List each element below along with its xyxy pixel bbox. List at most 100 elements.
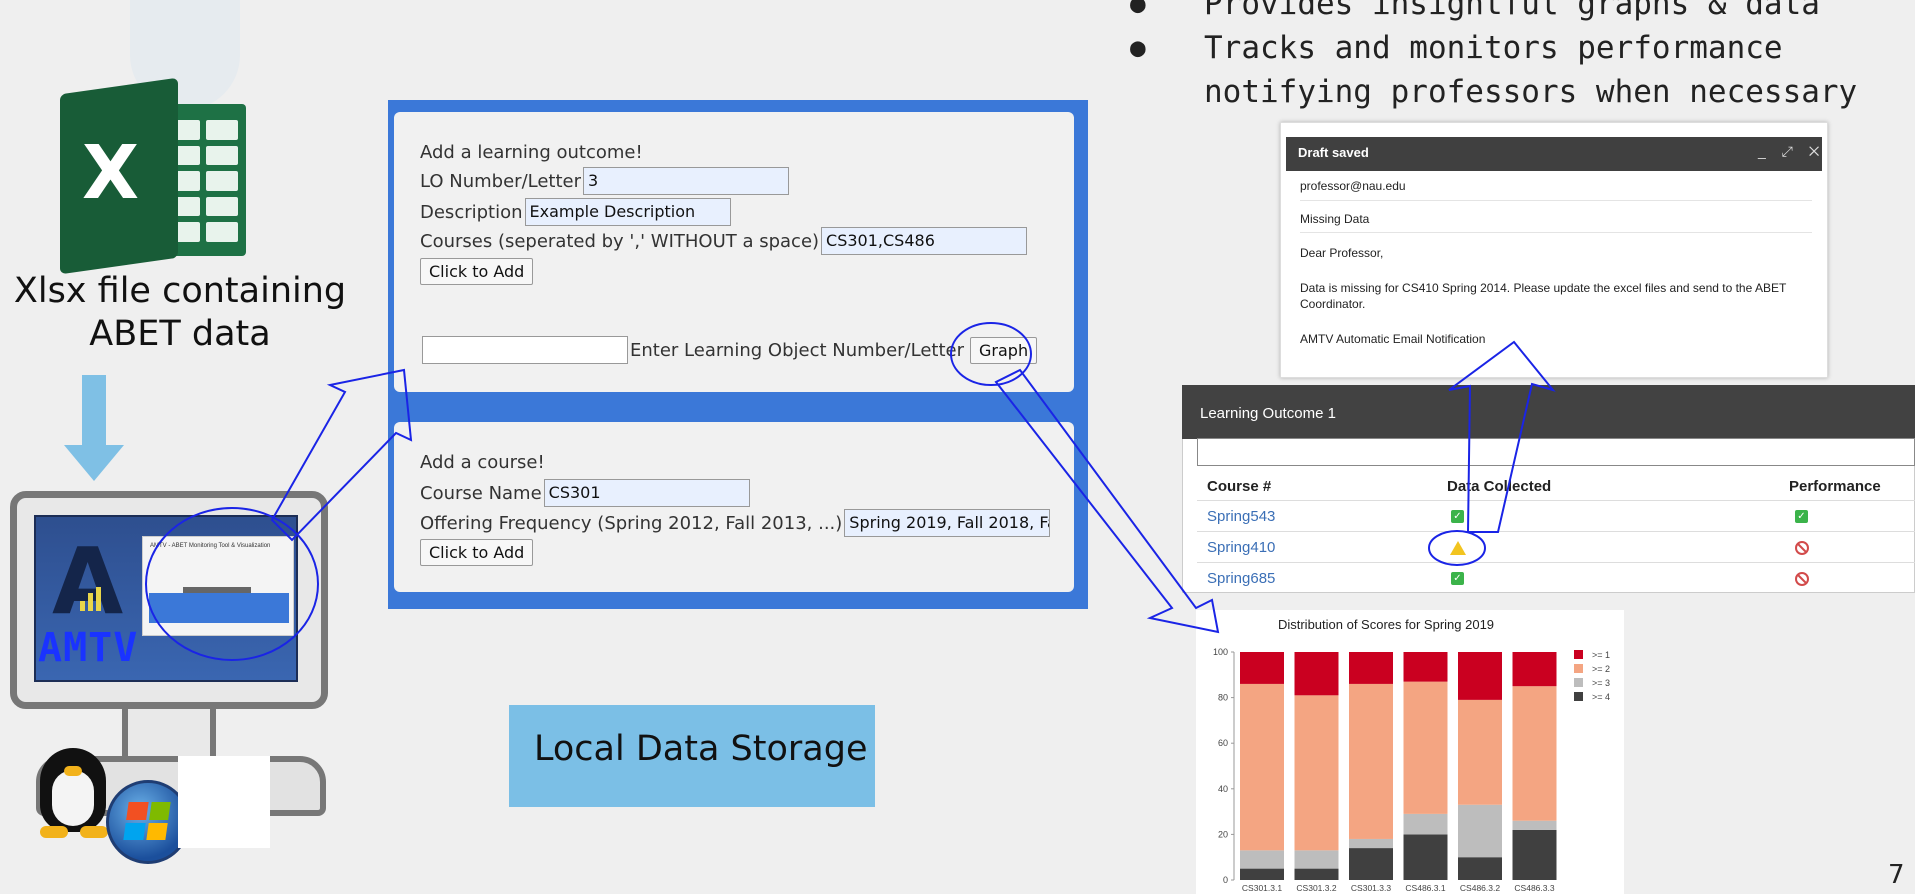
- lo-number-input[interactable]: 3: [583, 167, 790, 195]
- email-window-controls[interactable]: _ ⤢ ✕: [1758, 143, 1825, 160]
- x-tick-label: CS486.3.2: [1460, 883, 1500, 893]
- check-icon: ✓: [1451, 510, 1464, 523]
- y-tick-label: 20: [1218, 829, 1228, 839]
- x-tick-label: CS301.3.3: [1351, 883, 1391, 893]
- table-divider: [1197, 562, 1915, 563]
- windows-flag-icon: [123, 802, 171, 840]
- x-tick-label: CS486.3.1: [1405, 883, 1445, 893]
- linux-penguin-foot: [40, 826, 68, 838]
- email-body-line: Data is missing for CS410 Spring 2014. P…: [1300, 281, 1787, 295]
- down-arrow-head-icon: [64, 445, 124, 481]
- feature-bullets: Provides insightful graphs & data Tracks…: [1130, 0, 1890, 114]
- add-learning-outcome-button[interactable]: Click to Add: [420, 258, 534, 285]
- course-name-input[interactable]: CS301: [543, 479, 750, 507]
- bar-segment: [1240, 850, 1284, 869]
- courses-input[interactable]: CS301,CS486: [821, 227, 1028, 255]
- bar-segment: [1294, 868, 1339, 880]
- description-label: Description: [420, 201, 523, 223]
- legend-swatch: [1574, 650, 1583, 659]
- email-header: Draft saved: [1286, 137, 1822, 171]
- learning-outcome-title: Learning Outcome 1: [1182, 385, 1915, 439]
- bar-segment: [1458, 804, 1502, 858]
- legend-label: >= 1: [1592, 650, 1610, 660]
- graph-button[interactable]: Graph: [970, 336, 1038, 364]
- y-tick-label: 0: [1223, 875, 1228, 885]
- graph-lo-label: Enter Learning Object Number/Letter: [630, 339, 964, 361]
- chart-plot: 0 20 40 60 80 100 CS301.3.1 CS301.3.2 CS301.3.3 C…: [1213, 647, 1610, 893]
- bar-segment: [1403, 652, 1448, 682]
- xlsx-caption: Xlsx file containing ABET data: [13, 271, 347, 354]
- email-signature: AMTV Automatic Email Notification: [1300, 332, 1486, 346]
- apple-logo-background: [178, 756, 270, 848]
- bar-segment: [1403, 681, 1448, 814]
- email-body-line: Coordinator.: [1300, 297, 1366, 311]
- bar-segment: [1512, 686, 1557, 821]
- column-header-performance: Performance: [1789, 478, 1881, 495]
- bar-segment: [1512, 652, 1557, 687]
- lo-heading: Add a learning outcome!: [420, 142, 643, 163]
- email-to[interactable]: professor@nau.edu: [1300, 179, 1406, 193]
- legend-swatch: [1574, 692, 1583, 701]
- y-tick-label: 80: [1218, 693, 1228, 703]
- mini-app-title: AMTV - ABET Monitoring Tool & Visualizat…: [150, 543, 271, 549]
- bar-segment: [1512, 820, 1557, 830]
- bar-segment: [1349, 683, 1393, 839]
- down-arrow-icon: [82, 375, 106, 447]
- table-divider: [1197, 500, 1915, 501]
- check-icon: ✓: [1795, 510, 1808, 523]
- column-header-data-collected: Data Collected: [1447, 478, 1552, 495]
- email-separator: [1300, 232, 1812, 233]
- courses-label: Courses (seperated by ',' WITHOUT a spac…: [420, 230, 820, 252]
- bullet-item: Provides insightful graphs & data: [1130, 0, 1890, 26]
- warning-icon: [1450, 541, 1466, 555]
- column-header-course: Course #: [1207, 478, 1272, 495]
- bar-segment: [1458, 857, 1502, 880]
- email-separator: [1300, 200, 1812, 201]
- linux-penguin-foot: [80, 826, 108, 838]
- legend-swatch: [1574, 678, 1583, 687]
- graph-lo-input[interactable]: [422, 336, 628, 364]
- description-input[interactable]: Example Description: [524, 198, 731, 226]
- learning-outcome-search-input[interactable]: [1197, 438, 1915, 466]
- legend-swatch: [1574, 664, 1583, 673]
- amtv-bars-icon: [80, 585, 102, 611]
- add-course-card: Add a course! Course Name CS301 Offering…: [394, 422, 1074, 592]
- bar-segment: [1240, 683, 1284, 851]
- table-row-course[interactable]: Spring410: [1207, 539, 1275, 556]
- monitor-stand: [122, 709, 216, 761]
- bar-segment: [1349, 848, 1393, 880]
- bar-segment: [1403, 834, 1448, 880]
- bar-segment: [1512, 829, 1557, 880]
- y-tick-label: 60: [1218, 738, 1228, 748]
- offering-frequency-input[interactable]: Spring 2019, Fall 2018, Fall 2: [844, 509, 1051, 537]
- blocked-icon: [1795, 572, 1809, 586]
- table-row-course[interactable]: Spring543: [1207, 508, 1275, 525]
- offering-frequency-label: Offering Frequency (Spring 2012, Fall 20…: [420, 512, 843, 534]
- local-data-storage-box: Local Data Storage: [509, 705, 875, 807]
- mini-app-screenshot: [142, 536, 294, 636]
- linux-penguin-belly: [52, 770, 94, 826]
- x-tick-label: CS301.3.2: [1296, 883, 1336, 893]
- blocked-icon: [1795, 541, 1809, 555]
- legend-label: >= 2: [1592, 664, 1610, 674]
- add-course-button[interactable]: Click to Add: [420, 539, 534, 566]
- bar-segment: [1403, 813, 1448, 835]
- table-divider: [1197, 531, 1915, 532]
- linux-penguin-beak: [64, 766, 82, 776]
- check-icon: ✓: [1451, 572, 1464, 585]
- y-tick-label: 100: [1213, 647, 1228, 657]
- add-learning-outcome-card: Add a learning outcome! LO Number/Letter…: [394, 112, 1074, 392]
- course-heading: Add a course!: [420, 452, 545, 473]
- amtv-logo-text: AMTV: [38, 625, 139, 671]
- email-greeting: Dear Professor,: [1300, 246, 1384, 260]
- x-tick-label: CS486.3.3: [1514, 883, 1554, 893]
- email-subject[interactable]: Missing Data: [1300, 212, 1369, 226]
- legend-label: >= 3: [1592, 678, 1610, 688]
- bullet-item: Tracks and monitors performance notifyin…: [1130, 26, 1890, 114]
- bar-segment: [1349, 838, 1393, 849]
- table-row-course[interactable]: Spring685: [1207, 570, 1275, 587]
- slide-number: 7: [1888, 860, 1905, 890]
- bar-segment: [1458, 652, 1502, 700]
- legend-label: >= 4: [1592, 692, 1610, 702]
- amtv-logo-icon: A: [52, 528, 124, 635]
